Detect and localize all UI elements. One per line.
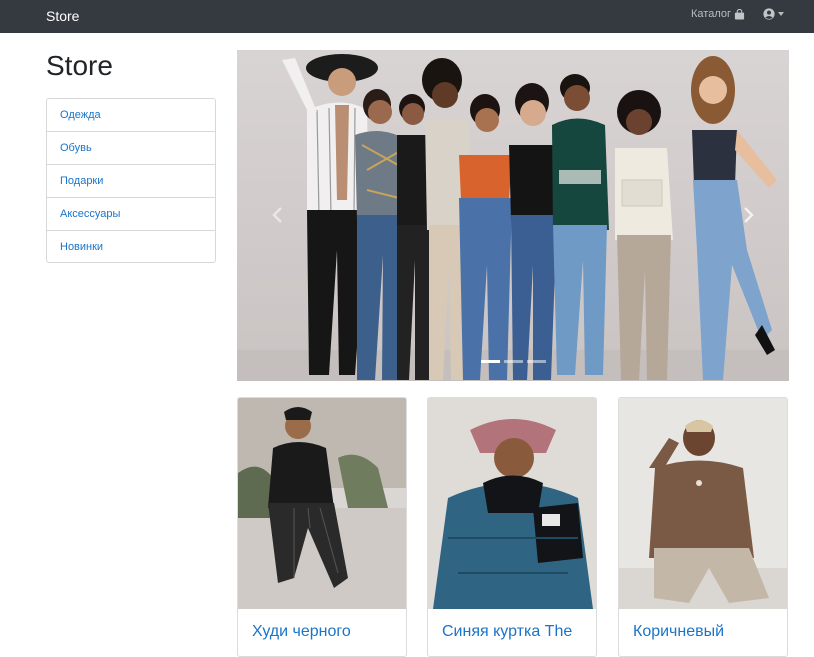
chevron-left-icon xyxy=(272,207,282,223)
carousel-indicator-1[interactable] xyxy=(480,360,500,363)
user-menu-toggle[interactable] xyxy=(763,8,784,20)
category-item-new[interactable]: Новинки xyxy=(47,231,215,262)
navbar-brand[interactable]: Store xyxy=(46,7,79,25)
product-card: Коричневый xyxy=(618,397,788,657)
carousel-prev-button[interactable] xyxy=(263,200,293,230)
chevron-down-icon xyxy=(778,12,784,16)
page-title: Store xyxy=(46,50,113,81)
product-image[interactable] xyxy=(428,398,596,609)
navbar-right: Каталог xyxy=(691,8,784,20)
product-title[interactable]: Коричневый xyxy=(633,622,724,642)
category-list: Одежда Обувь Подарки Аксессуары Новинки xyxy=(46,98,216,263)
hero-photo xyxy=(237,50,789,381)
top-navbar: Store Каталог xyxy=(0,0,814,33)
product-title[interactable]: Синяя куртка The xyxy=(442,622,572,642)
category-item-accessories[interactable]: Аксессуары xyxy=(47,198,215,231)
category-item-clothing[interactable]: Одежда xyxy=(47,99,215,132)
category-item-shoes[interactable]: Обувь xyxy=(47,132,215,165)
carousel-indicator-2[interactable] xyxy=(503,360,523,363)
product-title[interactable]: Худи черного xyxy=(252,622,351,642)
carousel-next-button[interactable] xyxy=(733,200,763,230)
catalog-label: Каталог xyxy=(691,8,731,20)
catalog-link[interactable]: Каталог xyxy=(691,8,745,20)
product-image[interactable] xyxy=(238,398,406,609)
carousel-indicator-3[interactable] xyxy=(526,360,546,363)
category-item-gifts[interactable]: Подарки xyxy=(47,165,215,198)
chevron-right-icon xyxy=(744,207,754,223)
product-card: Синяя куртка The xyxy=(427,397,597,657)
user-circle-icon xyxy=(763,8,775,20)
product-image[interactable] xyxy=(619,398,787,609)
hero-carousel xyxy=(237,50,789,381)
carousel-indicators xyxy=(237,360,789,363)
shopping-bag-icon xyxy=(734,8,745,20)
product-card: Худи черного xyxy=(237,397,407,657)
